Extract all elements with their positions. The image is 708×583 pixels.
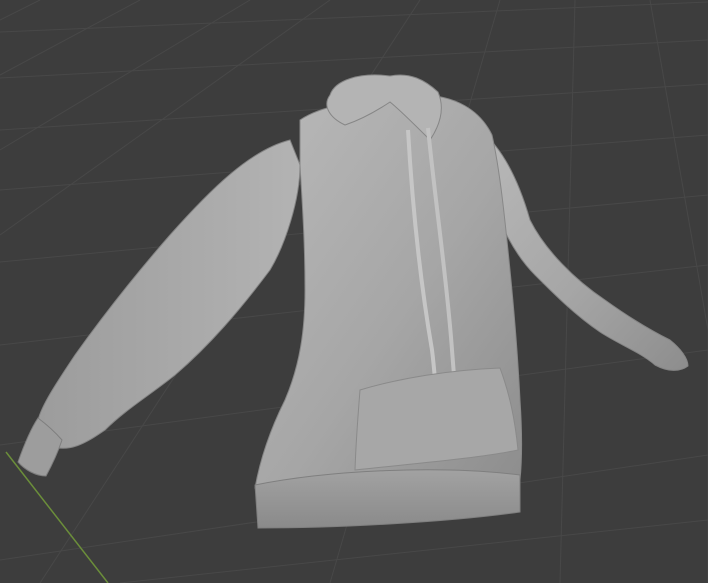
y-axis-line: [5, 451, 109, 583]
viewport-canvas[interactable]: [0, 0, 708, 583]
hoodie-model[interactable]: [17, 74, 689, 529]
waistband: [254, 469, 521, 529]
3d-viewport[interactable]: [0, 0, 708, 583]
left-sleeve: [37, 139, 301, 449]
